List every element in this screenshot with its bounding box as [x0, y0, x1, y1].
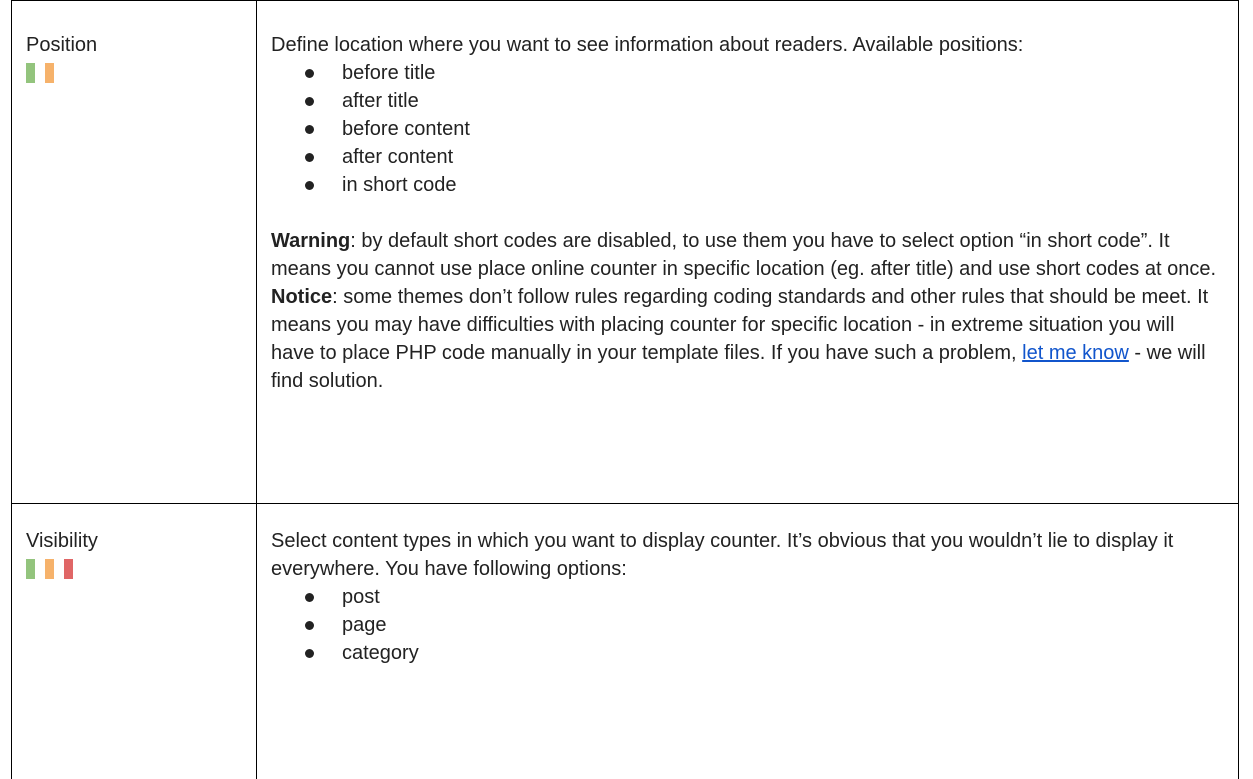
warning-text: : by default short codes are disabled, t…	[271, 230, 1216, 280]
indicator-orange	[45, 63, 54, 83]
warning-paragraph: Warning: by default short codes are disa…	[271, 227, 1222, 283]
label-cell: Position	[12, 1, 257, 503]
bullet-icon	[305, 152, 314, 162]
list-item: before title	[305, 59, 1222, 87]
label-cell: Visibility	[12, 504, 257, 779]
row-label: Position	[26, 34, 98, 56]
position-options-list: before title after title before content …	[271, 59, 1222, 199]
indicator-orange	[45, 559, 54, 579]
table-row-visibility: Visibility Select content types in which…	[12, 503, 1238, 779]
warning-label: Warning	[271, 230, 351, 252]
settings-table: Position Define location where you want …	[11, 0, 1239, 779]
bullet-icon	[305, 620, 314, 630]
bullet-icon	[305, 68, 314, 78]
bullet-icon	[305, 648, 314, 658]
row-label: Visibility	[26, 530, 98, 552]
list-item: post	[305, 583, 1222, 611]
bullet-icon	[305, 180, 314, 190]
compatibility-indicators	[26, 63, 256, 83]
list-item: after title	[305, 87, 1222, 115]
bullet-icon	[305, 96, 314, 106]
description-cell: Select content types in which you want t…	[257, 504, 1238, 779]
indicator-green	[26, 559, 35, 579]
description-intro: Define location where you want to see in…	[271, 34, 1024, 56]
description-intro: Select content types in which you want t…	[271, 530, 1174, 580]
indicator-green	[26, 63, 35, 83]
table-row-position: Position Define location where you want …	[12, 0, 1238, 503]
list-item: page	[305, 611, 1222, 639]
notice-paragraph: Notice: some themes don’t follow rules r…	[271, 283, 1222, 395]
list-item: after content	[305, 143, 1222, 171]
visibility-options-list: post page category	[271, 583, 1222, 667]
list-item: category	[305, 639, 1222, 667]
indicator-red	[64, 559, 73, 579]
compatibility-indicators	[26, 559, 256, 579]
bullet-icon	[305, 592, 314, 602]
let-me-know-link[interactable]: let me know	[1022, 342, 1129, 364]
list-item: in short code	[305, 171, 1222, 199]
list-item: before content	[305, 115, 1222, 143]
bullet-icon	[305, 124, 314, 134]
description-cell: Define location where you want to see in…	[257, 1, 1238, 503]
notice-label: Notice	[271, 286, 333, 308]
